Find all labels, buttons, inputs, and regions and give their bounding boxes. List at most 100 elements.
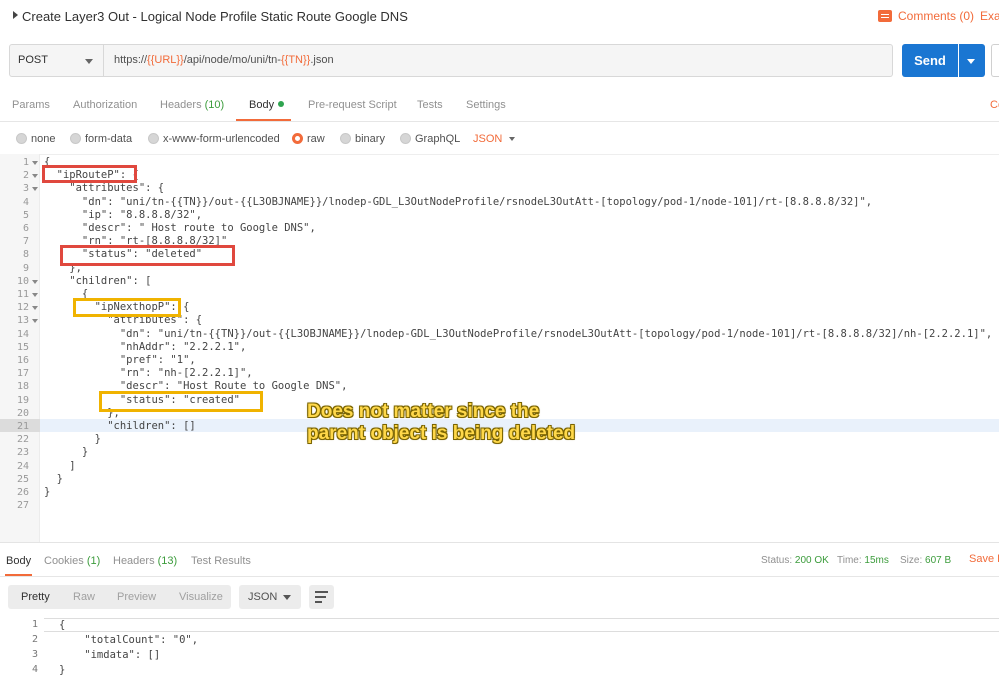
line-number: 16 [16, 355, 29, 366]
line-number: 18 [16, 381, 29, 392]
line-number: 19 [16, 395, 29, 406]
save-button[interactable] [991, 44, 999, 77]
response-active-line [44, 618, 999, 632]
response-size[interactable]: Size: 607 B [900, 555, 951, 566]
radio-form-data-label: form-data [85, 133, 133, 145]
response-status: Status: 200 OK [761, 555, 829, 566]
resp-tab-test-results[interactable]: Test Results [191, 555, 251, 567]
line-number: 25 [16, 474, 29, 485]
code-line: ] [44, 460, 76, 472]
radio-raw[interactable] [292, 133, 303, 144]
chevron-down-icon [85, 59, 93, 64]
line-number: 12 [16, 302, 29, 313]
line-number: 24 [16, 461, 29, 472]
radio-form-data[interactable] [70, 133, 81, 144]
code-line: "dn": "uni/tn-{{TN}}/out-{{L3OBJNAME}}/l… [44, 196, 873, 208]
response-format-label: JSON [248, 591, 278, 603]
line-number: 15 [16, 342, 29, 353]
divider [0, 576, 999, 577]
line-number: 1 [22, 157, 29, 168]
chevron-down-icon [283, 595, 291, 600]
line-number: 10 [16, 276, 29, 287]
url-text: https://{{URL}}/api/node/mo/uni/tn-{{TN}… [114, 54, 334, 66]
line-number: 17 [16, 368, 29, 379]
annotation-line-2: parent object is being deleted [307, 423, 576, 444]
response-code-line: { [59, 619, 66, 631]
fold-arrow-icon[interactable] [32, 280, 38, 284]
fold-arrow-icon[interactable] [32, 293, 38, 297]
radio-binary[interactable] [340, 133, 351, 144]
annotation-callout: Does not matter since the parent object … [307, 401, 575, 445]
code-line: "descr": " Host route to Google DNS", [44, 222, 316, 234]
fold-arrow-icon[interactable] [32, 187, 38, 191]
body-format-select[interactable]: JSON [473, 133, 502, 145]
tab-headers[interactable]: Headers (10) [160, 99, 224, 111]
cookies-link[interactable]: Co [990, 99, 999, 111]
comments-link[interactable]: Comments (0) [878, 9, 974, 23]
line-number: 23 [16, 447, 29, 458]
fold-arrow-icon[interactable] [32, 306, 38, 310]
view-pretty-button[interactable]: Pretty [21, 591, 50, 603]
annotation-line-1: Does not matter since the [307, 401, 540, 422]
fold-arrow-icon[interactable] [32, 174, 38, 178]
view-preview-button[interactable]: Preview [117, 591, 156, 603]
code-line: "children": [] [44, 420, 196, 432]
code-line: "rn": "nh-[2.2.2.1]", [44, 367, 253, 379]
code-line: "pref": "1", [44, 354, 196, 366]
view-visualize-button[interactable]: Visualize [179, 591, 223, 603]
send-button[interactable]: Send [902, 44, 958, 77]
line-number: 2 [22, 170, 29, 181]
request-title[interactable]: Create Layer3 Out - Logical Node Profile… [22, 9, 408, 24]
line-number: 14 [16, 329, 29, 340]
response-code-line: "imdata": [] [59, 649, 161, 661]
highlight-box-iproutep [42, 165, 137, 183]
radio-none-label: none [31, 133, 56, 145]
resp-tab-body[interactable]: Body [6, 555, 31, 567]
comment-icon [878, 10, 892, 22]
radio-binary-label: binary [355, 133, 385, 145]
line-number: 3 [22, 183, 29, 194]
line-number: 4 [22, 197, 29, 208]
body-indicator-dot [278, 101, 285, 107]
tab-settings[interactable]: Settings [466, 99, 506, 111]
line-number: 7 [22, 236, 29, 247]
code-line: "ip": "8.8.8.8/32", [44, 209, 203, 221]
radio-raw-label: raw [307, 133, 325, 145]
highlight-box-status-created [99, 391, 263, 412]
tab-authorization[interactable]: Authorization [73, 99, 137, 111]
resp-tab-headers[interactable]: Headers (13) [113, 555, 177, 567]
response-line-number: 4 [31, 664, 38, 675]
radio-none[interactable] [16, 133, 27, 144]
line-number: 26 [16, 487, 29, 498]
wrap-lines-icon-line [315, 596, 326, 598]
line-number: 22 [16, 434, 29, 445]
highlight-box-ipnexthopp [73, 298, 181, 317]
resp-tab-cookies[interactable]: Cookies (1) [44, 555, 100, 567]
fold-arrow-icon[interactable] [32, 319, 38, 323]
radio-graphql-label: GraphQL [415, 133, 461, 145]
radio-urlencoded[interactable] [148, 133, 159, 144]
response-time[interactable]: Time: 15ms [837, 555, 889, 566]
code-line: "dn": "uni/tn-{{TN}}/out-{{L3OBJNAME}}/l… [44, 328, 993, 340]
save-response-button[interactable]: Save R [969, 553, 999, 565]
method-label: POST [18, 54, 48, 66]
line-number: 6 [22, 223, 29, 234]
tab-params[interactable]: Params [12, 99, 50, 111]
code-line: } [44, 446, 89, 458]
view-raw-button[interactable]: Raw [73, 591, 95, 603]
highlight-box-status-deleted [60, 245, 235, 266]
radio-graphql[interactable] [400, 133, 411, 144]
tab-body[interactable]: Body [249, 99, 285, 111]
wrap-lines-icon-line [315, 601, 322, 603]
radio-urlencoded-label: x-www-form-urlencoded [163, 133, 280, 145]
tab-tests[interactable]: Tests [417, 99, 443, 111]
line-number: 5 [22, 210, 29, 221]
collapse-caret-icon[interactable] [13, 11, 18, 19]
line-number: 27 [16, 500, 29, 511]
fold-arrow-icon[interactable] [32, 161, 38, 165]
line-number: 13 [16, 315, 29, 326]
examples-link[interactable]: Exa [980, 9, 999, 23]
code-line: } [44, 473, 63, 485]
tab-pre-request-script[interactable]: Pre-request Script [308, 99, 397, 111]
chevron-down-icon [967, 59, 975, 64]
